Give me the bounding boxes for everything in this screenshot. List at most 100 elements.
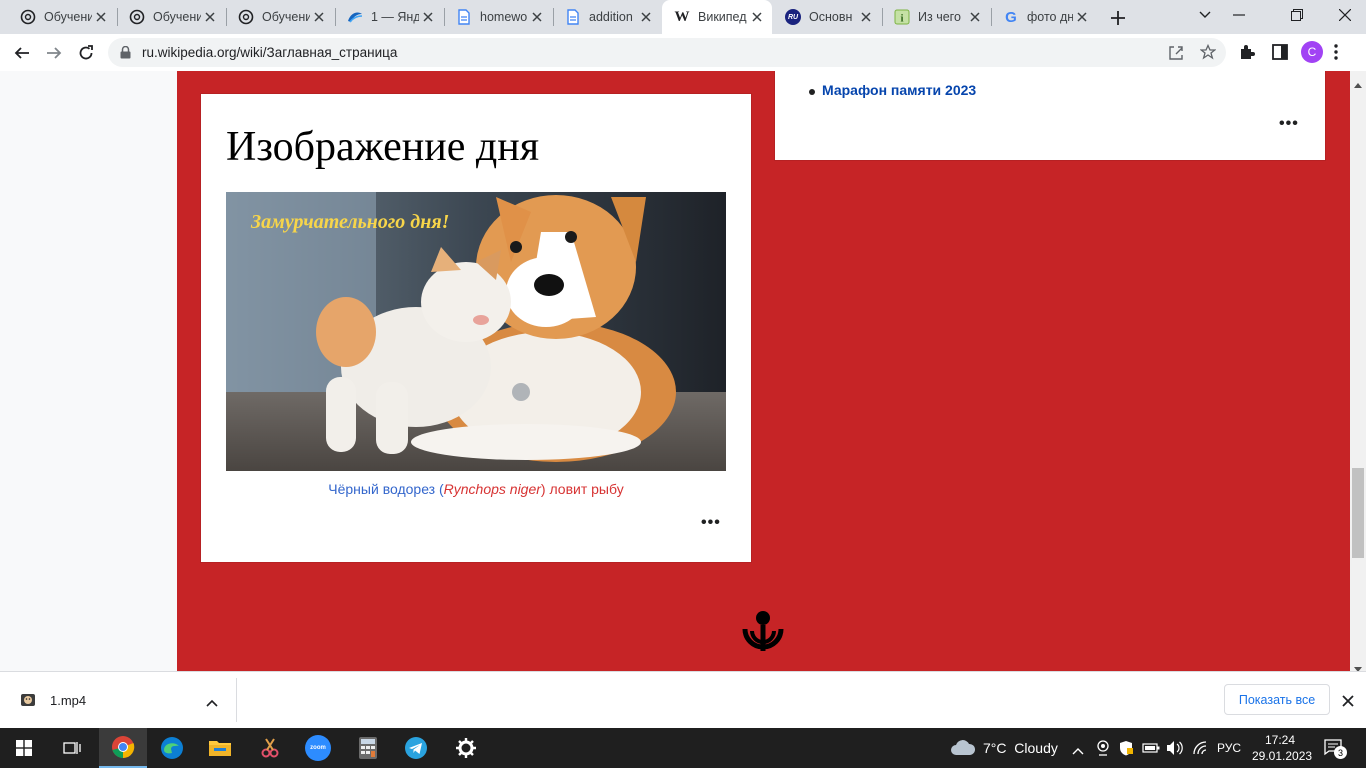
tab-1-title: Обучени xyxy=(44,10,92,24)
info-icon: i xyxy=(894,9,910,25)
tab-2[interactable]: Обучени xyxy=(117,4,225,30)
tab-7-title: Википед xyxy=(698,10,747,24)
chrome-taskbar-icon[interactable] xyxy=(99,728,147,768)
close-tab-icon[interactable] xyxy=(419,8,437,26)
tab-strip: Обучени Обучени Обучени 1 — Янд homewo a… xyxy=(0,0,1366,34)
tab-8-title: Основн xyxy=(809,10,853,24)
ru-icon: RU xyxy=(785,9,801,25)
close-tab-icon[interactable] xyxy=(637,8,655,26)
scrollbar-thumb[interactable] xyxy=(1352,468,1364,558)
show-all-button[interactable]: Показать все xyxy=(1224,684,1330,715)
menu-kebab-icon[interactable] xyxy=(1334,44,1338,65)
tab-search-button[interactable] xyxy=(1194,6,1216,24)
task-view-icon[interactable] xyxy=(48,728,96,768)
close-tab-icon[interactable] xyxy=(748,8,766,26)
more-options-icon[interactable]: ••• xyxy=(1279,115,1299,133)
telegram-icon[interactable] xyxy=(392,728,440,768)
input-language[interactable]: РУС xyxy=(1217,741,1241,755)
tab-8[interactable]: RU Основн xyxy=(773,4,881,30)
settings-gear-icon[interactable] xyxy=(442,728,490,768)
restore-button[interactable] xyxy=(1286,6,1308,24)
extensions-icon[interactable] xyxy=(1238,43,1256,66)
close-tab-icon[interactable] xyxy=(528,8,546,26)
downloads-bar: 1.mp4 Показать все xyxy=(0,671,1366,729)
tab-1[interactable]: Обучени xyxy=(8,4,116,30)
openai-icon xyxy=(238,9,254,25)
featured-image[interactable]: Замурчательного дня! xyxy=(226,192,726,471)
tab-3[interactable]: Обучени xyxy=(226,4,334,30)
tab-4-title: 1 — Янд xyxy=(371,10,419,24)
windows-start-icon[interactable] xyxy=(0,728,48,768)
vertical-scrollbar[interactable] xyxy=(1350,71,1366,672)
side-panel-icon[interactable] xyxy=(1272,44,1288,65)
download-file-name[interactable]: 1.mp4 xyxy=(50,693,86,708)
close-tab-icon[interactable] xyxy=(857,8,875,26)
notification-center-icon[interactable]: 3 xyxy=(1324,738,1347,761)
close-tab-icon[interactable] xyxy=(92,8,110,26)
lock-icon[interactable] xyxy=(120,45,131,64)
tab-7-active[interactable]: W Википед xyxy=(662,0,772,34)
caption-prefix[interactable]: Чёрный водорез ( xyxy=(328,481,443,497)
tab-5[interactable]: homewo xyxy=(444,4,552,30)
red-panel: Изображение дня Замурчательного дня! Чёр… xyxy=(177,71,1350,671)
tab-9[interactable]: i Из чего xyxy=(882,4,990,30)
google-icon: G xyxy=(1005,8,1017,26)
marathon-link[interactable]: Марафон памяти 2023 xyxy=(822,82,976,98)
close-tab-icon[interactable] xyxy=(966,8,984,26)
address-bar[interactable]: ru.wikipedia.org/wiki/Заглавная_страница xyxy=(108,38,1226,67)
close-icon xyxy=(1339,9,1351,21)
tab-5-title: homewo xyxy=(480,10,528,24)
caption-species-link[interactable]: Rynchops niger xyxy=(444,481,541,497)
zoom-icon[interactable]: zoom xyxy=(294,728,342,768)
new-tab-button[interactable] xyxy=(1106,6,1130,30)
clock-date: 29.01.2023 xyxy=(1252,749,1313,763)
webcam-icon[interactable] xyxy=(1096,740,1110,761)
tab-10-title: фото дн xyxy=(1027,10,1073,24)
tab-4[interactable]: 1 — Янд xyxy=(335,4,443,30)
tab-9-title: Из чего xyxy=(918,10,961,24)
tab-6-title: addition xyxy=(589,10,633,24)
network-icon[interactable] xyxy=(1192,740,1208,761)
svg-text:i: i xyxy=(900,13,903,25)
chevron-up-icon[interactable] xyxy=(206,694,218,712)
close-window-button[interactable] xyxy=(1334,6,1356,24)
close-tab-icon[interactable] xyxy=(310,8,328,26)
page-viewport: Изображение дня Замурчательного дня! Чёр… xyxy=(0,71,1350,671)
clock[interactable]: 17:24 29.01.2023 xyxy=(1252,732,1313,764)
scroll-up-arrow-icon[interactable] xyxy=(1354,75,1362,93)
chevron-up-icon[interactable] xyxy=(1072,742,1084,760)
more-options-icon[interactable]: ••• xyxy=(701,514,721,532)
minimize-button[interactable] xyxy=(1228,6,1250,24)
calculator-icon[interactable] xyxy=(344,728,392,768)
back-button[interactable] xyxy=(10,41,34,65)
profile-avatar[interactable]: C xyxy=(1301,41,1323,63)
edge-taskbar-icon[interactable] xyxy=(148,728,196,768)
close-tab-icon[interactable] xyxy=(201,8,219,26)
plus-icon xyxy=(1111,11,1125,25)
document-icon xyxy=(456,9,472,25)
chevron-down-icon xyxy=(1199,11,1211,18)
openai-icon xyxy=(20,9,36,25)
arrow-right-icon xyxy=(47,47,62,59)
battery-icon[interactable] xyxy=(1142,741,1160,759)
tab-10[interactable]: G фото дн xyxy=(991,4,1097,30)
right-info-card: Марафон памяти 2023 ••• xyxy=(775,71,1325,160)
security-shield-icon[interactable] xyxy=(1118,740,1134,761)
close-tab-icon[interactable] xyxy=(1073,8,1091,26)
cloudy-weather-icon[interactable] xyxy=(950,738,976,761)
bookmark-star-icon[interactable] xyxy=(1199,43,1217,65)
weather-text[interactable]: 7°C Cloudy xyxy=(983,740,1058,756)
file-explorer-icon[interactable] xyxy=(196,728,244,768)
notification-count: 3 xyxy=(1334,746,1347,759)
volume-icon[interactable] xyxy=(1166,740,1184,761)
tab-6[interactable]: addition xyxy=(553,4,661,30)
share-icon[interactable] xyxy=(1168,45,1184,66)
reload-button[interactable] xyxy=(74,41,98,65)
restore-icon xyxy=(1291,9,1303,21)
wikimedia-logo-icon[interactable] xyxy=(739,609,787,662)
snipping-tool-icon[interactable] xyxy=(246,728,294,768)
forward-button[interactable] xyxy=(42,41,66,65)
close-icon[interactable] xyxy=(1342,694,1354,712)
caption-suffix: ) ловит рыбу xyxy=(540,481,624,497)
windows-taskbar: zoom 7°C Cloudy РУС 17:24 29.01.2023 3 xyxy=(0,728,1366,768)
